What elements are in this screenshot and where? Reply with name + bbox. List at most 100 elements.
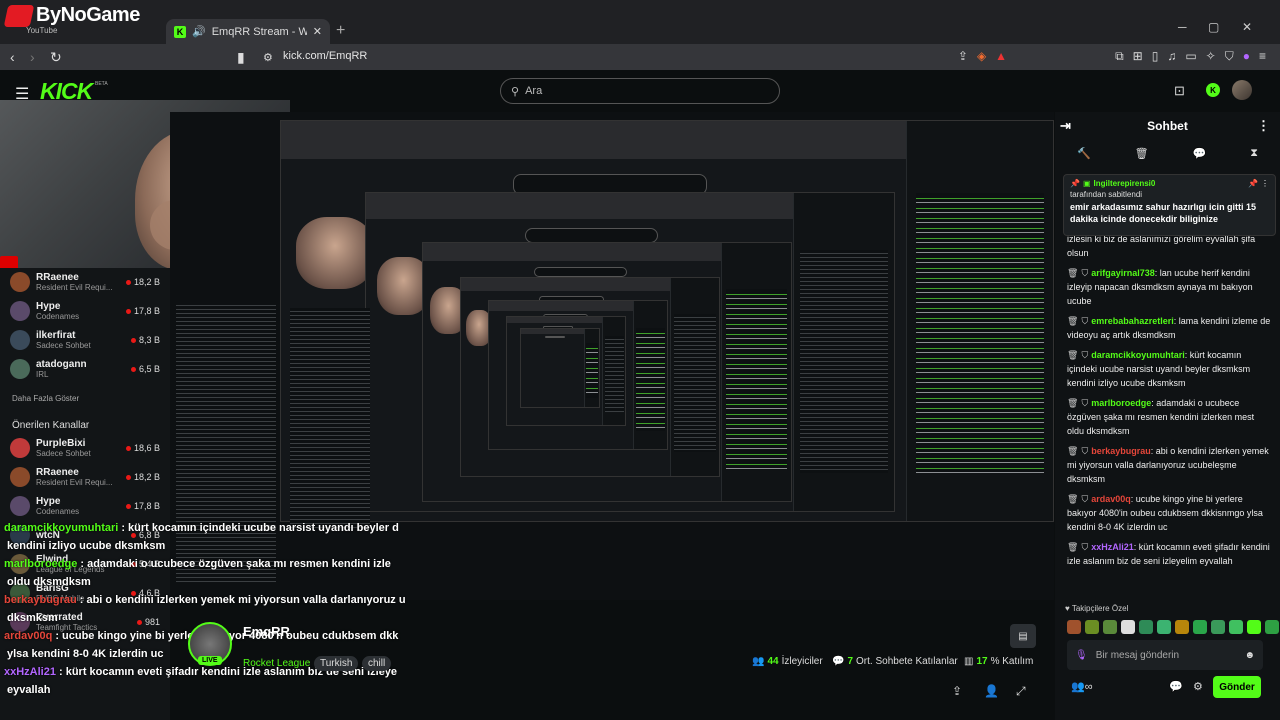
maximize-button[interactable]: ▢ [1208, 20, 1219, 34]
forward-icon[interactable]: › [30, 49, 35, 65]
delete-icon[interactable]: 🗑 [1067, 350, 1078, 360]
kick-coin-icon[interactable]: K [1206, 83, 1220, 97]
gavel-icon[interactable]: 🔨 [1077, 147, 1091, 160]
chat-username[interactable]: marlboroedge [1091, 398, 1151, 408]
pinned-user[interactable]: Ingilterepirensi0 [1094, 179, 1156, 188]
browse-icon[interactable]: ⊡ [1174, 83, 1185, 99]
viewers-label: İzleyiciler [781, 656, 823, 667]
tag-chill[interactable]: chill [362, 656, 392, 671]
emote-icon[interactable] [1103, 620, 1117, 634]
sidebar-top-channel[interactable]: ilkerfirat Sadece Sohbet 8,3 B [10, 330, 160, 350]
send-button[interactable]: Gönder [1213, 676, 1261, 698]
pinned-more-icon[interactable]: ⋮ [1261, 179, 1269, 188]
search-input[interactable]: ⚲ Ara [500, 78, 780, 104]
sidebar-top-channel[interactable]: atadogann IRL 6,5 B [10, 359, 160, 379]
music-icon[interactable]: ♫ [1167, 49, 1176, 64]
chat-options-icon[interactable]: ⋮ [1257, 118, 1270, 134]
show-more-link[interactable]: Daha Fazla Göster [12, 394, 79, 403]
close-window-button[interactable]: ✕ [1242, 20, 1252, 34]
chat-username[interactable]: berkaybugrau [1091, 446, 1151, 456]
tag-turkish[interactable]: Turkish [314, 656, 359, 671]
more-button[interactable]: ⤢ [1016, 684, 1026, 699]
chat-username[interactable]: xxHzAli21 [1091, 542, 1134, 552]
chat-username[interactable]: arifgayirnal738 [1091, 268, 1155, 278]
streamer-name[interactable]: EmqRR [243, 624, 290, 639]
wallet-icon[interactable]: ▭ [1185, 49, 1196, 64]
chat-message: 🗑 ⛉ xxHzAli21: kürt kocamın eveti şifadır … [1067, 540, 1272, 568]
emote-icon[interactable] [1211, 620, 1225, 634]
chat-bubble-button[interactable]: 💬 [1169, 680, 1183, 693]
puzzle-icon[interactable]: ✧ [1206, 49, 1216, 64]
rate-label: % Katılım [990, 656, 1034, 667]
nested-chat-lines [915, 193, 1045, 473]
collapse-chat-icon[interactable]: ⇥ [1060, 118, 1071, 134]
pinned-message[interactable]: 📌 ▣ Ingilterepirensi0 📌 ⋮ tarafından sab… [1063, 174, 1276, 236]
settings-icon[interactable]: ⚙ [1193, 680, 1203, 693]
delete-icon[interactable]: 🗑 [1067, 316, 1078, 326]
follow-button[interactable]: 👤 [984, 684, 999, 698]
brave-rewards-icon[interactable]: ▲ [995, 49, 1007, 64]
overlay-text: oldu dksmdksm [7, 576, 91, 588]
clip-button[interactable]: ▤ [1010, 624, 1036, 648]
overlay-text: : adamdaki o ucubece özgüven şaka mı res… [80, 558, 391, 570]
chat-input[interactable]: 🎙 Bir mesaj gönderin ☻ [1067, 640, 1263, 670]
emote-icon[interactable] [1229, 620, 1243, 634]
sidebar-top-channel[interactable]: Hype Codenames 17,8 B [10, 301, 160, 321]
delete-icon[interactable]: 🗑 [1067, 494, 1078, 504]
hourglass-icon[interactable]: ⧗ [1250, 147, 1258, 160]
delete-icon[interactable]: 🗑 [1067, 268, 1078, 278]
sidebar-rec-channel[interactable]: Hype Codenames 17,8 B [10, 496, 160, 516]
sidebar-top-channel[interactable]: RRaenee Resident Evil Requi... 18,2 B [10, 272, 160, 292]
chat-username[interactable]: daramcikkoyumuhtari [1091, 350, 1185, 360]
share-button[interactable]: ⇪ [952, 684, 962, 698]
browser-tab[interactable]: K 🔊 EmqRR Stream - Watch Live o ✕ [166, 19, 330, 44]
trash-icon[interactable]: 🗑 [1135, 147, 1149, 160]
share-icon[interactable]: ⇪ [958, 49, 968, 64]
delete-icon[interactable]: 🗑 [1067, 446, 1078, 456]
new-tab-button[interactable]: + [336, 22, 345, 40]
emote-icon[interactable] [1157, 620, 1171, 634]
minimize-button[interactable]: ─ [1178, 20, 1187, 34]
translate-icon[interactable]: ⊞ [1133, 49, 1143, 64]
back-icon[interactable]: ‹ [10, 49, 15, 65]
channel-name: PurpleBixi [36, 438, 86, 449]
user-avatar[interactable] [1232, 80, 1252, 100]
sidebar-rec-channel[interactable]: RRaenee Resident Evil Requi... 18,2 B [10, 467, 160, 487]
brave-shield-icon[interactable]: ◈ [977, 49, 986, 64]
emote-icon[interactable] [1175, 620, 1189, 634]
overlay-text: : kürt kocamın içindeki ucube narsist uy… [121, 522, 399, 534]
nested-chat-lines [585, 343, 599, 398]
emote-icon[interactable] [1193, 620, 1207, 634]
extensions-icon[interactable]: ⧉ [1115, 49, 1124, 64]
overlay-text: dksmksm [7, 612, 58, 624]
mic-icon[interactable]: 🎙 [1075, 650, 1088, 661]
reload-icon[interactable]: ↻ [50, 49, 62, 66]
leo-icon[interactable]: ● [1243, 49, 1250, 64]
emote-icon[interactable] [1067, 620, 1081, 634]
emote-icon[interactable] [1121, 620, 1135, 634]
stream-category[interactable]: Rocket League [243, 658, 310, 669]
url-text[interactable]: kick.com/EmqRR [283, 50, 367, 62]
people-icon[interactable]: 👥∞ [1071, 680, 1093, 693]
chat-username[interactable]: emrebabahazretleri [1091, 316, 1174, 326]
emote-icon[interactable] [1085, 620, 1099, 634]
sidebar-rec-channel[interactable]: PurpleBixi Sadece Sohbet 18,6 B [10, 438, 160, 458]
nested-chat [583, 329, 599, 407]
emote-icon[interactable] [1139, 620, 1153, 634]
menu-icon[interactable]: ≡ [1259, 49, 1266, 64]
site-settings-icon[interactable]: ⚙ [263, 51, 273, 64]
chat-icon[interactable]: 💬 [1193, 147, 1207, 160]
delete-icon[interactable]: 🗑 [1067, 542, 1078, 552]
bookmark-icon[interactable]: ▮ [237, 49, 245, 66]
sidebar-icon[interactable]: ▯ [1152, 49, 1159, 64]
vpn-icon[interactable]: ⛉ [1225, 49, 1234, 64]
chat-username[interactable]: ardav00q [1091, 494, 1131, 504]
emoji-icon[interactable]: ☻ [1244, 650, 1255, 661]
chat-message: 🗑 ⛉ daramcikkoyumuhtari: kürt kocamın için… [1067, 348, 1272, 390]
emote-icon[interactable] [1247, 620, 1261, 634]
channel-viewers: 18,2 B [125, 472, 160, 482]
unpin-icon[interactable]: 📌 [1248, 179, 1258, 188]
tab-close-icon[interactable]: ✕ [313, 25, 322, 38]
emote-icon[interactable] [1265, 620, 1279, 634]
delete-icon[interactable]: 🗑 [1067, 398, 1078, 408]
